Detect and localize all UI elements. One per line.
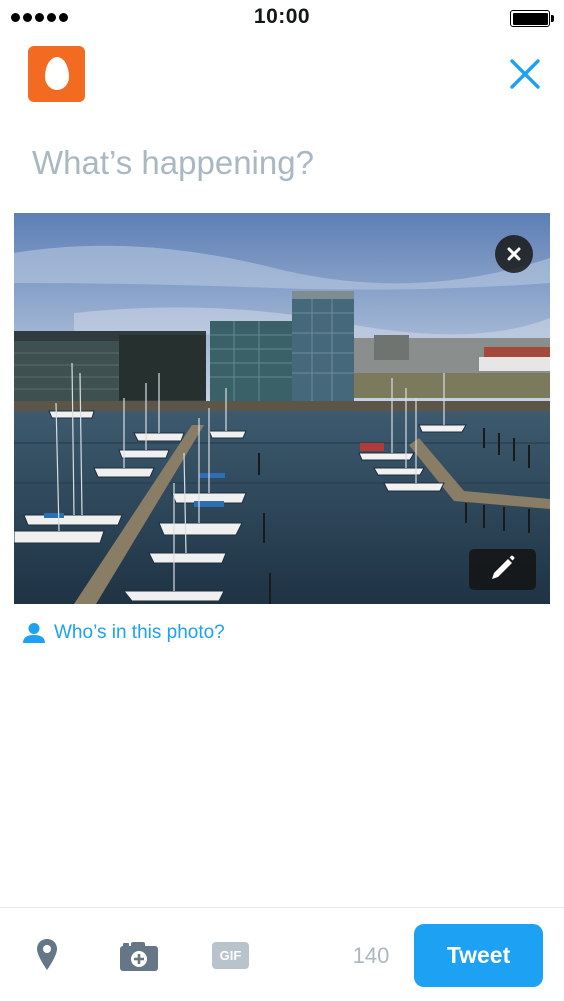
remove-photo-button[interactable] — [495, 235, 533, 273]
avatar — [28, 46, 85, 102]
camera-icon — [120, 942, 158, 971]
add-location-button[interactable] — [36, 938, 58, 972]
battery-icon — [510, 10, 554, 27]
attached-photo[interactable] — [14, 213, 550, 604]
tweet-button[interactable]: Tweet — [414, 924, 543, 987]
close-icon — [510, 59, 540, 89]
compose-tweet-input[interactable] — [32, 144, 532, 182]
marina-photo-image — [14, 213, 550, 604]
close-button[interactable] — [508, 57, 542, 91]
remove-photo-icon — [507, 247, 521, 261]
gif-icon[interactable]: GIF — [212, 942, 249, 969]
tag-people-link[interactable]: Who’s in this photo? — [22, 622, 225, 644]
compose-toolbar: GIF 140 Tweet — [0, 907, 564, 1001]
person-icon — [23, 623, 45, 643]
edit-photo-button[interactable] — [469, 549, 536, 590]
status-bar: 10:00 — [0, 0, 564, 36]
pencil-icon — [492, 555, 515, 579]
tag-people-label: Who’s in this photo? — [54, 622, 225, 643]
add-photo-button[interactable] — [119, 940, 159, 972]
character-count: 140 — [352, 943, 390, 968]
status-time: 10:00 — [253, 5, 311, 28]
egg-avatar-icon — [45, 57, 69, 90]
location-pin-icon — [37, 939, 57, 970]
